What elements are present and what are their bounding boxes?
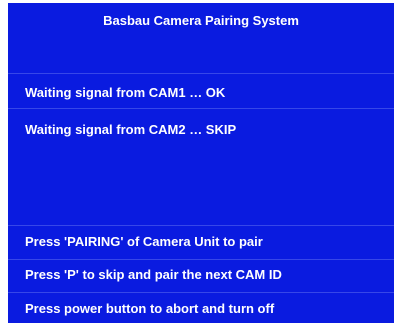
screen-title: Basbau Camera Pairing System bbox=[103, 13, 299, 28]
instruction-skip: Press 'P' to skip and pair the next CAM … bbox=[25, 267, 282, 282]
divider bbox=[8, 292, 394, 293]
status-line-cam1: Waiting signal from CAM1 … OK bbox=[25, 85, 226, 100]
instruction-abort: Press power button to abort and turn off bbox=[25, 301, 275, 316]
divider bbox=[8, 259, 394, 260]
divider bbox=[8, 225, 394, 226]
divider bbox=[8, 108, 394, 109]
instruction-pairing: Press 'PAIRING' of Camera Unit to pair bbox=[25, 234, 263, 249]
divider bbox=[8, 73, 394, 74]
pairing-screen: Basbau Camera Pairing System Waiting sig… bbox=[6, 3, 396, 323]
status-line-cam2: Waiting signal from CAM2 … SKIP bbox=[25, 122, 237, 137]
